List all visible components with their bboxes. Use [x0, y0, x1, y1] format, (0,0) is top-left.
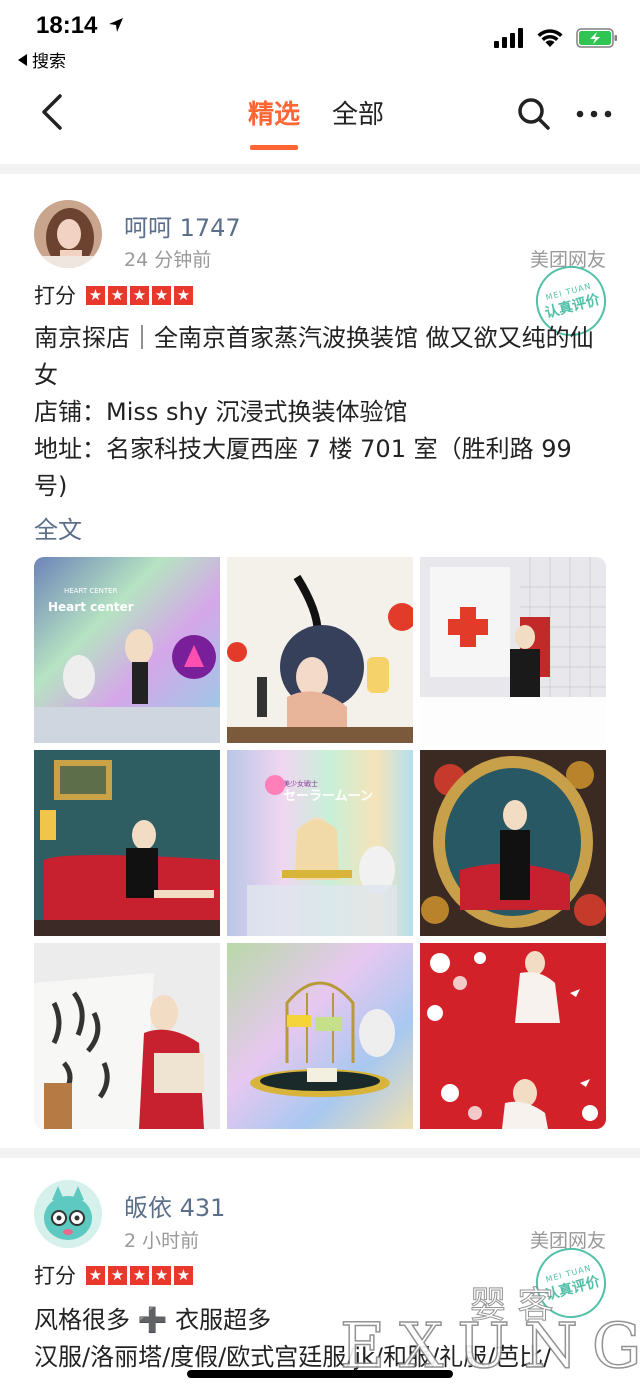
cellular-signal-icon [494, 28, 523, 48]
star-rating: ★ ★ ★ ★ ★ [86, 285, 193, 305]
star-icon: ★ [86, 1265, 105, 1285]
nav-tabs: 精选 全部 [248, 94, 384, 150]
user-name[interactable]: 呵呵 1747 [124, 208, 241, 243]
review-line: 店铺：Miss shy 沉浸式换装体验馆 [34, 398, 408, 426]
tab-featured[interactable]: 精选 [248, 94, 300, 150]
battery-charging-icon [576, 28, 617, 48]
back-triangle-icon [18, 53, 27, 66]
status-time: 18:14 [36, 12, 98, 39]
tab-all[interactable]: 全部 [332, 94, 384, 150]
star-icon: ★ [130, 285, 149, 305]
star-icon: ★ [108, 285, 127, 305]
star-icon: ★ [152, 1265, 171, 1285]
back-to-app-button[interactable]: 搜索 [18, 47, 66, 72]
review-photo[interactable] [420, 557, 606, 743]
status-indicators [494, 28, 618, 48]
search-icon[interactable] [514, 94, 554, 134]
review-photo[interactable] [420, 943, 606, 1129]
review-photo[interactable] [34, 943, 220, 1129]
status-bar: 18:14 搜索 [0, 0, 640, 80]
review-photo[interactable]: Heart center HEART CENTER [34, 557, 220, 743]
rating-label: 打分 [34, 1264, 76, 1288]
nav-bar: 精选 全部 [0, 80, 640, 164]
star-icon: ★ [86, 285, 105, 305]
section-divider [0, 164, 640, 174]
star-icon: ★ [174, 285, 193, 305]
rating-label: 打分 [34, 284, 76, 308]
photo-sign-text: HEART CENTER [64, 587, 118, 595]
star-rating: ★ ★ ★ ★ ★ [86, 1265, 193, 1285]
review-photo[interactable]: 美少女戦士 セーラームーン [227, 750, 413, 936]
post-time: 24 分钟前 [124, 249, 212, 271]
wifi-icon [537, 29, 563, 47]
star-icon: ★ [108, 1265, 127, 1285]
photo-sign-text: Heart center [48, 600, 134, 614]
full-text-link[interactable]: 全文 [34, 510, 82, 545]
more-icon[interactable] [574, 94, 614, 134]
photo-sign-text: 美少女戦士 [283, 779, 318, 788]
star-icon: ★ [130, 1265, 149, 1285]
back-chevron-icon[interactable] [34, 92, 74, 132]
rating-row: 打分 ★ ★ ★ ★ ★ [34, 1260, 193, 1290]
review-line: 地址：名家科技大厦西座 7 楼 701 室（胜利路 99 号) [34, 435, 572, 500]
review-photo[interactable] [34, 750, 220, 936]
review-photo[interactable] [420, 750, 606, 936]
watermark-cn: 婴 客 [470, 1285, 553, 1326]
photo-sign-text: セーラームーン [283, 789, 373, 804]
review-line: 南京探店｜全南京首家蒸汽波换装馆 做又欲又纯的仙女 [34, 324, 594, 389]
home-indicator[interactable] [187, 1370, 453, 1378]
section-divider [0, 1148, 640, 1158]
review-photo[interactable] [227, 943, 413, 1129]
location-arrow-icon [109, 18, 123, 32]
rating-row: 打分 ★ ★ ★ ★ ★ [34, 280, 193, 310]
review-text[interactable]: 南京探店｜全南京首家蒸汽波换装馆 做又欲又纯的仙女 店铺：Miss shy 沉浸… [34, 320, 606, 505]
avatar[interactable] [34, 1180, 102, 1248]
review-photo[interactable] [227, 557, 413, 743]
star-icon: ★ [174, 1265, 193, 1285]
user-name[interactable]: 皈依 431 [124, 1188, 225, 1223]
avatar[interactable] [34, 200, 102, 268]
star-icon: ★ [152, 285, 171, 305]
photo-grid: Heart center HEART CENTER 美少女戦士 セーラームーン [34, 557, 606, 1129]
watermark-logo: EXUNG 婴 客 [339, 1242, 640, 1383]
back-to-app-label: 搜索 [32, 52, 66, 72]
post-time: 2 小时前 [124, 1230, 200, 1252]
